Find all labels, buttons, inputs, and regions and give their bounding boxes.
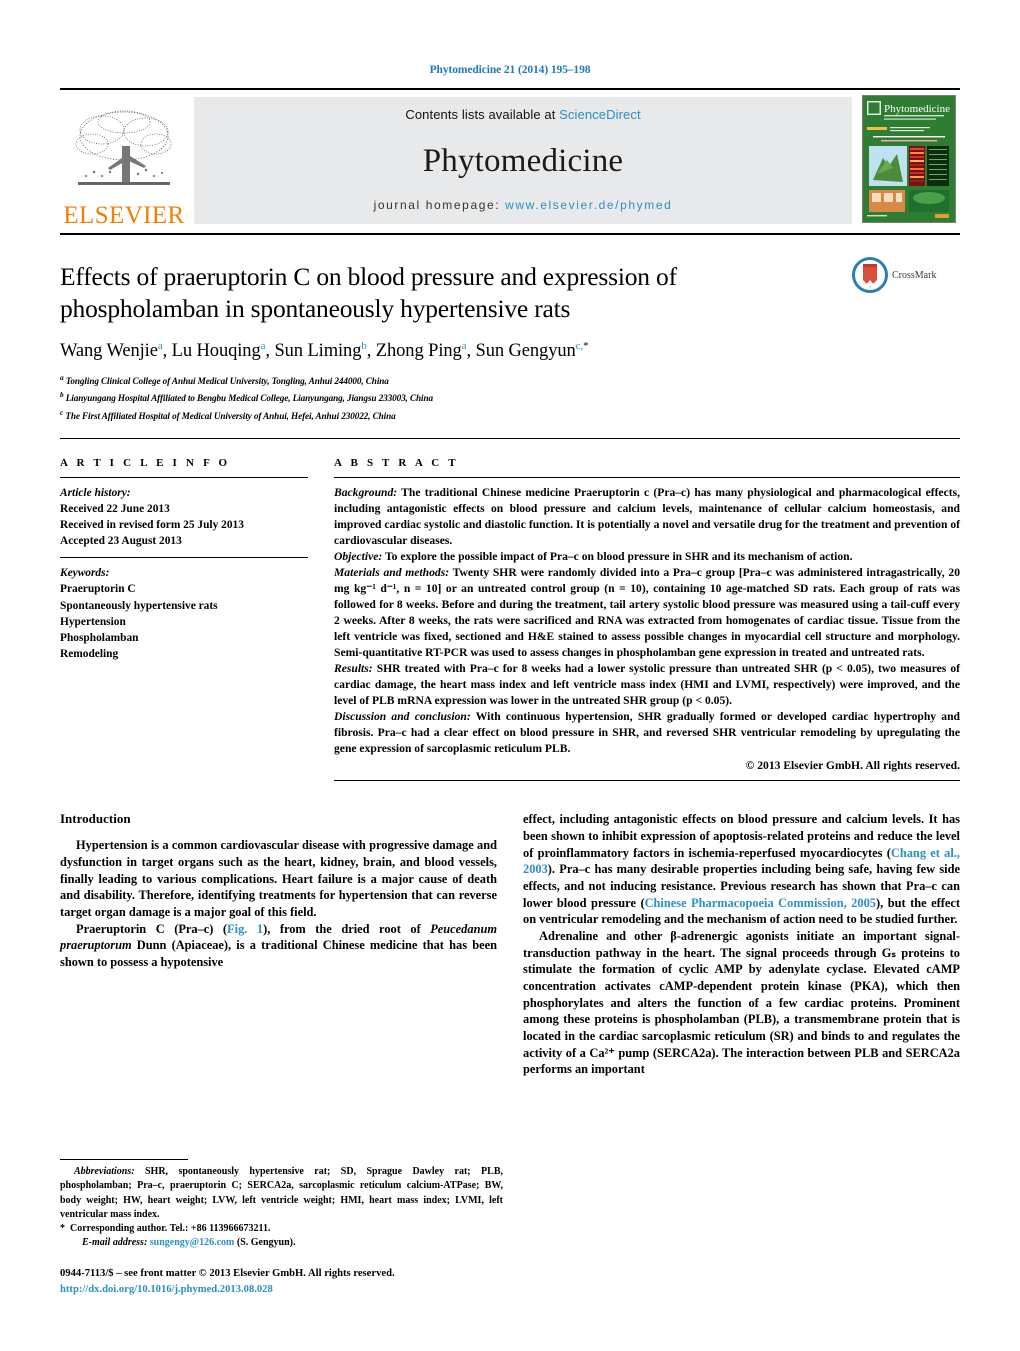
sciencedirect-link[interactable]: ScienceDirect	[559, 107, 641, 122]
doi-link[interactable]: http://dx.doi.org/10.1016/j.phymed.2013.…	[60, 1284, 273, 1295]
abstract-heading: A B S T R A C T	[334, 456, 459, 469]
footnote-area: Abbreviations: SHR, spontaneously hypert…	[60, 1159, 503, 1297]
article-info-heading: A R T I C L E I N F O	[60, 456, 231, 469]
paragraph-praeruptorin: Praeruptorin C (Pra–c) (Fig. 1), from th…	[60, 921, 497, 970]
elsevier-tree-icon	[75, 110, 172, 185]
citation-link[interactable]: Chang et al., 2003	[523, 846, 960, 877]
info-rule-top	[60, 476, 308, 478]
body-column-right: effect, including antagonistic effects o…	[523, 811, 960, 1078]
elsevier-wordmark: ELSEVIER	[63, 202, 185, 229]
abstract-section-label: Results:	[334, 662, 373, 676]
affiliation-item: c The First Affiliated Hospital of Medic…	[60, 407, 396, 421]
email-note: E-mail address: sungengy@126.com (S. Gen…	[82, 1237, 296, 1249]
email-label: E-mail address:	[82, 1237, 148, 1249]
front-matter-block: 0944-7113/$ – see front matter © 2013 El…	[60, 1266, 503, 1297]
info-abstract-row: A R T I C L E I N F O Article history: R…	[60, 457, 960, 782]
paragraph: Hypertension is a common cardiovascular …	[60, 838, 497, 920]
abstract-section: Results: SHR treated with Pra–c for 8 we…	[334, 662, 960, 708]
journal-masthead: ELSEVIER Contents lists available at Sci…	[60, 88, 960, 235]
keywords-label: Keywords:	[60, 567, 110, 580]
contents-line: Contents lists available at ScienceDirec…	[405, 107, 640, 122]
keyword-item: Phospholamban	[60, 632, 139, 645]
affiliation-marker: c	[60, 407, 64, 417]
email-link[interactable]: sungengy@126.com	[150, 1237, 235, 1248]
crossmark-icon	[852, 257, 888, 293]
affiliation-item: a Tongling Clinical College of Anhui Med…	[60, 373, 389, 387]
history-item: Received 22 June 2013	[60, 502, 170, 515]
abstract-section-label: Objective:	[334, 549, 383, 563]
keyword-item: Spontaneously hypertensive rats	[60, 599, 218, 612]
crossmark-label: CrossMark	[892, 269, 937, 281]
journal-cover: Phytomedicine	[858, 93, 960, 230]
contents-prefix: Contents lists available at	[405, 107, 560, 122]
page-title: Effects of praeruptorin C on blood press…	[60, 262, 677, 324]
article-info-column: A R T I C L E I N F O Article history: R…	[60, 457, 308, 782]
paragraph-continued: effect, including antagonistic effects o…	[523, 812, 961, 927]
running-head: Phytomedicine 21 (2014) 195–198	[429, 64, 591, 76]
keyword-item: Praeruptorin C	[60, 583, 136, 596]
abstract-rule-bottom	[334, 780, 960, 782]
affiliation-marker: b	[60, 390, 64, 400]
abbreviations-note: Abbreviations: SHR, spontaneously hypert…	[60, 1166, 503, 1220]
abstract-section-label: Background:	[334, 485, 398, 499]
figure-reference-link[interactable]: Fig. 1	[227, 922, 263, 936]
abbreviations-label: Abbreviations:	[74, 1166, 135, 1178]
journal-cover-thumbnail: Phytomedicine	[862, 95, 956, 223]
body-column-left: Introduction Hypertension is a common ca…	[60, 811, 497, 1078]
abstract-section-label: Discussion and conclusion:	[334, 710, 471, 724]
elsevier-logo: ELSEVIER	[60, 93, 188, 230]
keyword-item: Hypertension	[60, 615, 126, 628]
homepage-prefix: journal homepage:	[373, 198, 506, 212]
abstract-section: Background: The traditional Chinese medi…	[334, 485, 960, 547]
affiliation-list: a Tongling Clinical College of Anhui Med…	[60, 372, 960, 423]
svg-text:Phytomedicine: Phytomedicine	[884, 103, 950, 115]
introduction-text: Hypertension is a common cardiovascular …	[60, 837, 497, 970]
journal-banner: Contents lists available at ScienceDirec…	[194, 97, 852, 224]
journal-homepage-link[interactable]: www.elsevier.de/phymed	[505, 198, 672, 212]
article-page: Phytomedicine 21 (2014) 195–198 ELSEVIER…	[0, 0, 1020, 1351]
title-block: CrossMark Effects of praeruptorin C on b…	[60, 235, 960, 424]
info-rule-mid	[60, 557, 308, 559]
front-matter-line: 0944-7113/$ – see front matter © 2013 El…	[60, 1268, 395, 1280]
history-item: Accepted 23 August 2013	[60, 535, 182, 548]
affiliation-marker: a	[60, 373, 64, 383]
history-label: Article history:	[60, 486, 131, 499]
abstract-section: Materials and methods: Twenty SHR were r…	[334, 565, 960, 660]
abstract-section: Discussion and conclusion: With continuo…	[334, 710, 960, 756]
species-name: Peucedanum praeruptorum	[60, 921, 497, 953]
footnote-text: Abbreviations: SHR, spontaneously hypert…	[60, 1165, 503, 1250]
article-history: Article history: Received 22 June 2013 R…	[60, 485, 308, 550]
abstract-section: Objective: To explore the possible impac…	[334, 549, 853, 563]
keywords-block: Keywords: Praeruptorin C Spontaneously h…	[60, 565, 308, 662]
history-item: Received in revised form 25 July 2013	[60, 518, 244, 531]
paragraph-adrenaline: Adrenaline and other β-adrenergic agonis…	[523, 929, 960, 1077]
corresponding-author-note: * Corresponding author. Tel.: +86 113966…	[60, 1222, 271, 1234]
abstract-section-label: Materials and methods:	[334, 565, 450, 579]
asterisk-marker: *	[60, 1222, 65, 1234]
keyword-item: Remodeling	[60, 648, 119, 661]
abstract-copyright: © 2013 Elsevier GmbH. All rights reserve…	[745, 759, 960, 773]
journal-homepage-line: journal homepage: www.elsevier.de/phymed	[374, 198, 673, 212]
body-columns: Introduction Hypertension is a common ca…	[60, 811, 960, 1078]
footnote-rule	[60, 1159, 188, 1161]
crossmark-badge[interactable]: CrossMark	[852, 257, 960, 293]
right-column-text: effect, including antagonistic effects o…	[523, 811, 960, 1078]
title-divider	[60, 437, 960, 439]
journal-title: Phytomedicine	[422, 142, 624, 179]
section-heading-introduction: Introduction	[60, 811, 131, 827]
abstract-body: Background: The traditional Chinese medi…	[334, 485, 960, 758]
affiliation-item: b Lianyungang Hospital Affiliated to Ben…	[60, 390, 433, 404]
author-list: Wang Wenjiea, Lu Houqinga, Sun Limingb, …	[60, 340, 589, 362]
abstract-column: A B S T R A C T Background: The traditio…	[334, 457, 960, 782]
citation-link[interactable]: Chinese Pharmacopoeia Commission, 2005	[645, 896, 876, 910]
abstract-rule-top	[334, 476, 960, 478]
